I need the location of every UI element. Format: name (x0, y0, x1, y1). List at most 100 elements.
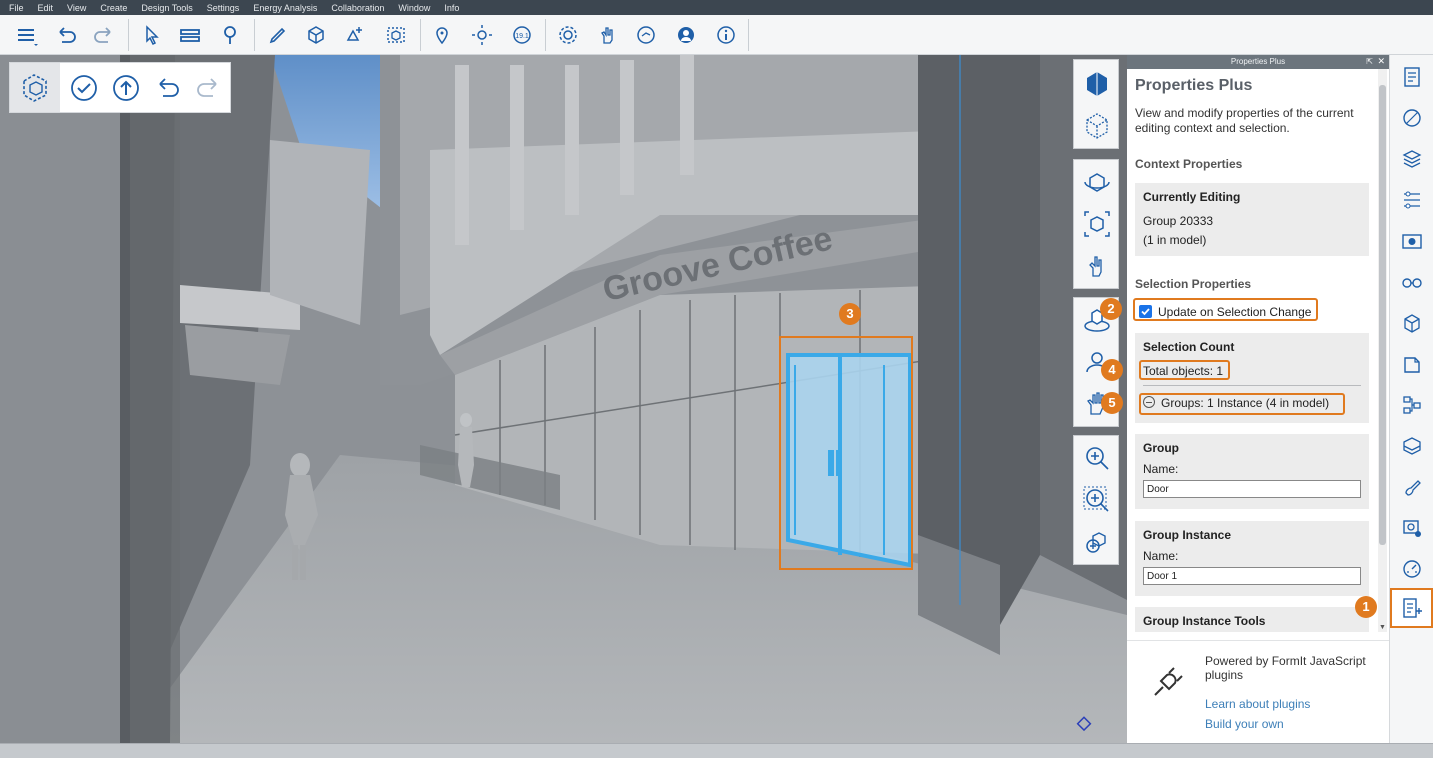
panel-scrollbar[interactable]: ▼ (1378, 69, 1387, 632)
materials-icon[interactable] (1400, 106, 1424, 130)
callout-badge-3: 3 (839, 303, 861, 325)
scenes-icon[interactable] (1400, 229, 1424, 253)
selection-properties-heading: Selection Properties (1135, 277, 1252, 291)
content-library-icon[interactable] (1400, 352, 1424, 376)
zoom-in-icon[interactable] (1081, 442, 1113, 474)
menu-settings[interactable]: Settings (207, 3, 240, 13)
gear-icon[interactable] (554, 21, 582, 49)
menu-info[interactable]: Info (444, 3, 459, 13)
toolbar-separator (545, 19, 546, 51)
undo-icon[interactable] (52, 21, 80, 49)
divider (1143, 385, 1361, 386)
callout-badge-5: 5 (1101, 392, 1123, 414)
properties-plus-tab[interactable] (1390, 588, 1433, 628)
info-icon[interactable] (712, 21, 740, 49)
cube-icon[interactable] (302, 21, 330, 49)
panel-heading: Properties Plus (1135, 77, 1253, 94)
callout-badge-4: 4 (1101, 359, 1123, 381)
location-pin-icon[interactable] (428, 21, 456, 49)
edit-context-toolbar (9, 62, 231, 113)
library-icon[interactable] (1400, 434, 1424, 458)
select-icon[interactable] (138, 21, 166, 49)
build-your-own-link[interactable]: Build your own (1205, 717, 1284, 731)
view-cube-icon[interactable] (1081, 68, 1113, 100)
hand-icon[interactable] (594, 21, 622, 49)
toolbar-separator (254, 19, 255, 51)
group-instance-tools-card[interactable]: Group Instance Tools (1135, 607, 1369, 632)
share-icon[interactable] (632, 21, 660, 49)
user-icon[interactable] (672, 21, 700, 49)
groups-icon[interactable] (1400, 311, 1424, 335)
toolbar-separator (420, 19, 421, 51)
menu-file[interactable]: File (9, 3, 24, 13)
group-instance-tools-title: Group Instance Tools (1143, 614, 1266, 628)
main-toolbar: 19.1 (0, 15, 1433, 55)
layers-icon[interactable] (12, 21, 40, 49)
callout-2-box (1133, 298, 1318, 321)
menu-view[interactable]: View (67, 3, 86, 13)
close-icon[interactable]: ✕ (1377, 56, 1385, 67)
view-cube-group (1073, 59, 1119, 149)
currently-editing-card: Currently Editing Group 20333 (1 in mode… (1135, 183, 1369, 256)
zoom-selection-icon[interactable] (1081, 526, 1113, 558)
layers-panel-icon[interactable] (1400, 147, 1424, 171)
plug-icon (1147, 659, 1191, 703)
light-bulb-icon[interactable] (216, 21, 244, 49)
group-name-label: Name: (1143, 462, 1179, 476)
callout-badge-2: 2 (1100, 298, 1122, 320)
orbit-icon[interactable] (1081, 166, 1113, 198)
currently-editing-count: (1 in model) (1143, 233, 1207, 247)
context-properties-heading: Context Properties (1135, 157, 1243, 171)
zoom-extents-icon[interactable] (1081, 208, 1113, 240)
group-icon[interactable] (382, 21, 410, 49)
scene-render: Groove Coffee (0, 55, 1127, 743)
callout-4-box (1139, 360, 1230, 380)
menu-edit[interactable]: Edit (38, 3, 54, 13)
scene-camera-icon[interactable] (1400, 516, 1424, 540)
plugin-footer: Powered by FormIt JavaScript plugins Lea… (1127, 640, 1389, 743)
visual-styles-icon[interactable] (1400, 270, 1424, 294)
group-instance-name-label: Name: (1143, 549, 1179, 563)
up-arrow-icon[interactable] (108, 70, 144, 106)
properties-plus-icon[interactable] (1400, 596, 1424, 620)
scrollbar-thumb[interactable] (1379, 85, 1386, 545)
add-object-icon[interactable] (340, 21, 368, 49)
dashboard-icon[interactable] (1400, 557, 1424, 581)
currently-editing-title: Currently Editing (1143, 190, 1241, 204)
menu-create[interactable]: Create (100, 3, 127, 13)
menu-window[interactable]: Window (398, 3, 430, 13)
levels-icon[interactable] (1400, 188, 1424, 212)
pin-icon[interactable]: ⇱ (1366, 57, 1373, 66)
group-name-input[interactable] (1143, 480, 1361, 498)
check-icon[interactable] (66, 70, 102, 106)
scale-icon[interactable]: 19.1 (508, 21, 536, 49)
group-tree-icon[interactable] (1400, 393, 1424, 417)
view-perspective-icon[interactable] (1081, 110, 1113, 142)
properties-icon[interactable] (1400, 65, 1424, 89)
group-card: Group Name: (1135, 434, 1369, 509)
redo-icon[interactable] (90, 21, 118, 49)
menu-bar: File Edit View Create Design Tools Setti… (0, 0, 1433, 15)
menu-energy-analysis[interactable]: Energy Analysis (253, 3, 317, 13)
zoom-window-icon[interactable] (1081, 484, 1113, 516)
selected-door[interactable] (786, 353, 912, 568)
panel-title-bar: Properties Plus (1127, 55, 1389, 69)
paint-icon[interactable] (1400, 475, 1424, 499)
learn-about-plugins-link[interactable]: Learn about plugins (1205, 697, 1310, 711)
sun-icon[interactable] (468, 21, 496, 49)
redo-context-icon[interactable] (190, 70, 226, 106)
currently-editing-group: Group 20333 (1143, 214, 1214, 228)
canvas-viewport[interactable]: Groove Coffee 3 (0, 55, 1127, 743)
menu-collaboration[interactable]: Collaboration (331, 3, 384, 13)
powered-by-text: Powered by FormIt JavaScript plugins (1205, 654, 1366, 682)
edit-context-icon[interactable] (10, 63, 60, 112)
menu-design-tools[interactable]: Design Tools (141, 3, 192, 13)
level-icon[interactable] (176, 21, 204, 49)
pencil-icon[interactable] (264, 21, 292, 49)
toolbar-separator (128, 19, 129, 51)
scroll-down-icon[interactable]: ▼ (1379, 624, 1386, 631)
group-instance-name-input[interactable] (1143, 567, 1361, 585)
formit-app: File Edit View Create Design Tools Setti… (0, 0, 1433, 758)
look-around-icon[interactable] (1081, 250, 1113, 282)
undo-context-icon[interactable] (150, 70, 186, 106)
